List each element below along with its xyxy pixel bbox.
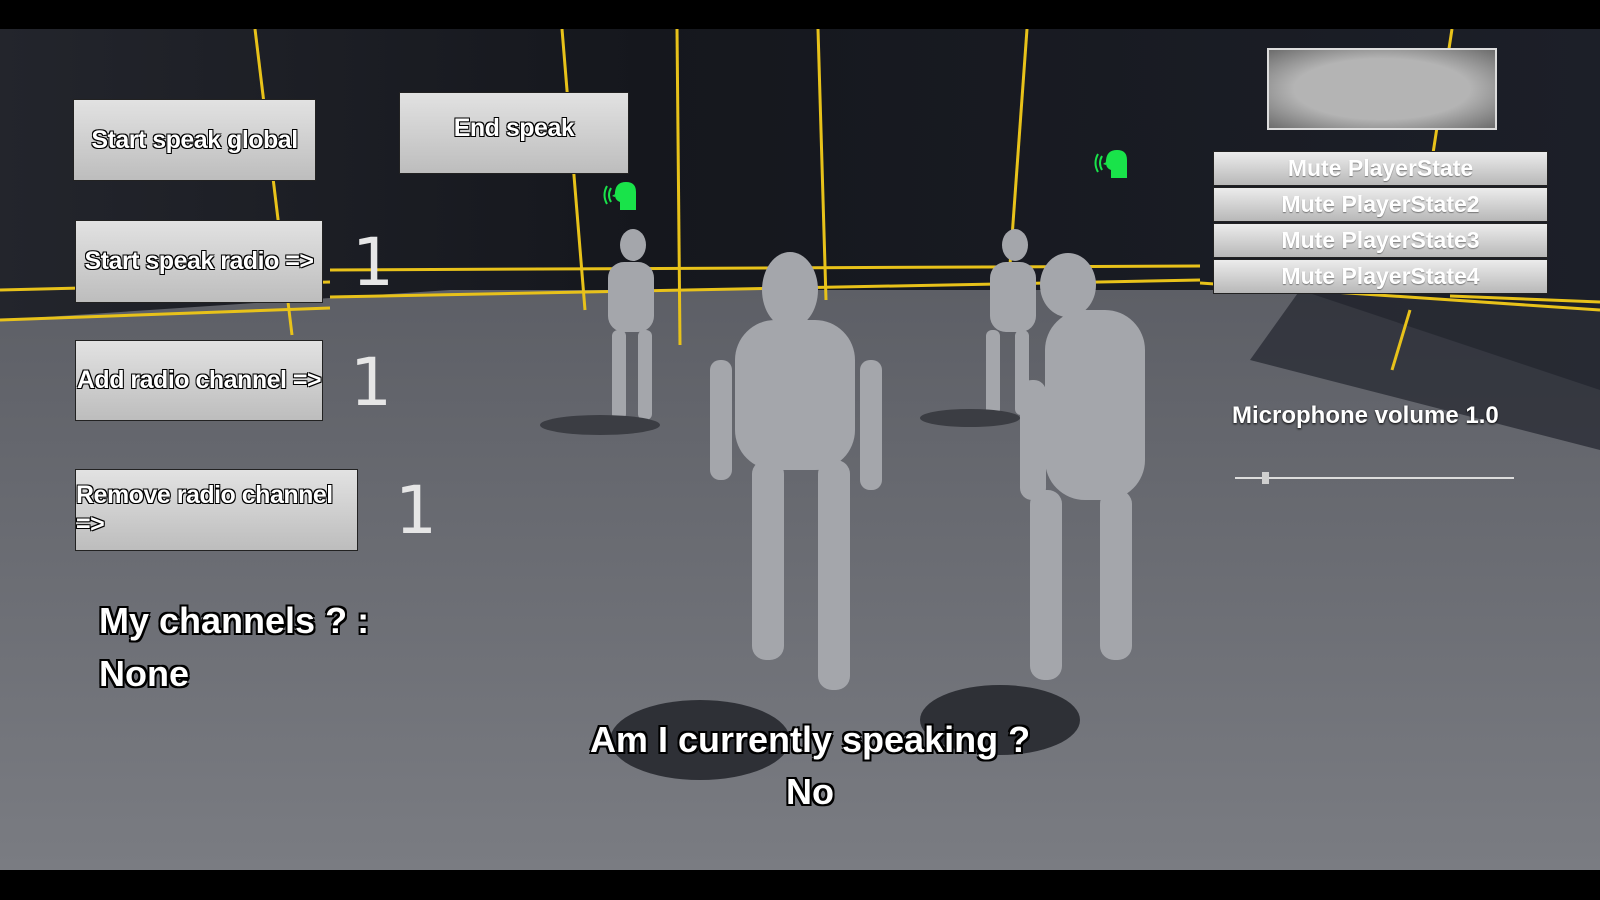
letterbox-bottom <box>0 870 1600 900</box>
slider-thumb[interactable] <box>1262 472 1270 484</box>
end-speak-button[interactable]: End speak <box>399 92 629 174</box>
add-radio-channel-button[interactable]: Add radio channel => <box>75 340 323 421</box>
start-speak-radio-channel-input[interactable]: 1 <box>352 230 394 296</box>
start-speak-global-button[interactable]: Start speak global <box>73 99 316 181</box>
remove-radio-channel-button[interactable]: Remove radio channel => <box>75 469 358 551</box>
microphone-volume-label: Microphone volume 1.0 <box>1232 402 1499 429</box>
my-channels-value: None <box>99 653 189 694</box>
mute-playerstate2-button[interactable]: Mute PlayerState2 <box>1213 187 1548 222</box>
letterbox-top <box>0 0 1600 29</box>
mute-playerstate-button[interactable]: Mute PlayerState <box>1213 151 1548 186</box>
my-channels-label: My channels ? : <box>99 600 370 641</box>
remove-radio-channel-input[interactable]: 1 <box>395 478 437 544</box>
speaking-head-icon <box>603 182 636 210</box>
speaking-head-icon <box>1094 150 1127 178</box>
microphone-volume-slider[interactable] <box>1235 470 1514 486</box>
mute-playerstate4-button[interactable]: Mute PlayerState4 <box>1213 259 1548 294</box>
slider-track <box>1235 477 1514 479</box>
add-radio-channel-input[interactable]: 1 <box>350 350 392 416</box>
mute-playerstate3-button[interactable]: Mute PlayerState3 <box>1213 223 1548 258</box>
start-speak-radio-button[interactable]: Start speak radio => <box>75 220 323 303</box>
speaking-status-label: Am I currently speaking ? <box>589 719 1031 760</box>
speaking-status-value: No <box>786 771 834 812</box>
preview-box <box>1267 48 1497 130</box>
